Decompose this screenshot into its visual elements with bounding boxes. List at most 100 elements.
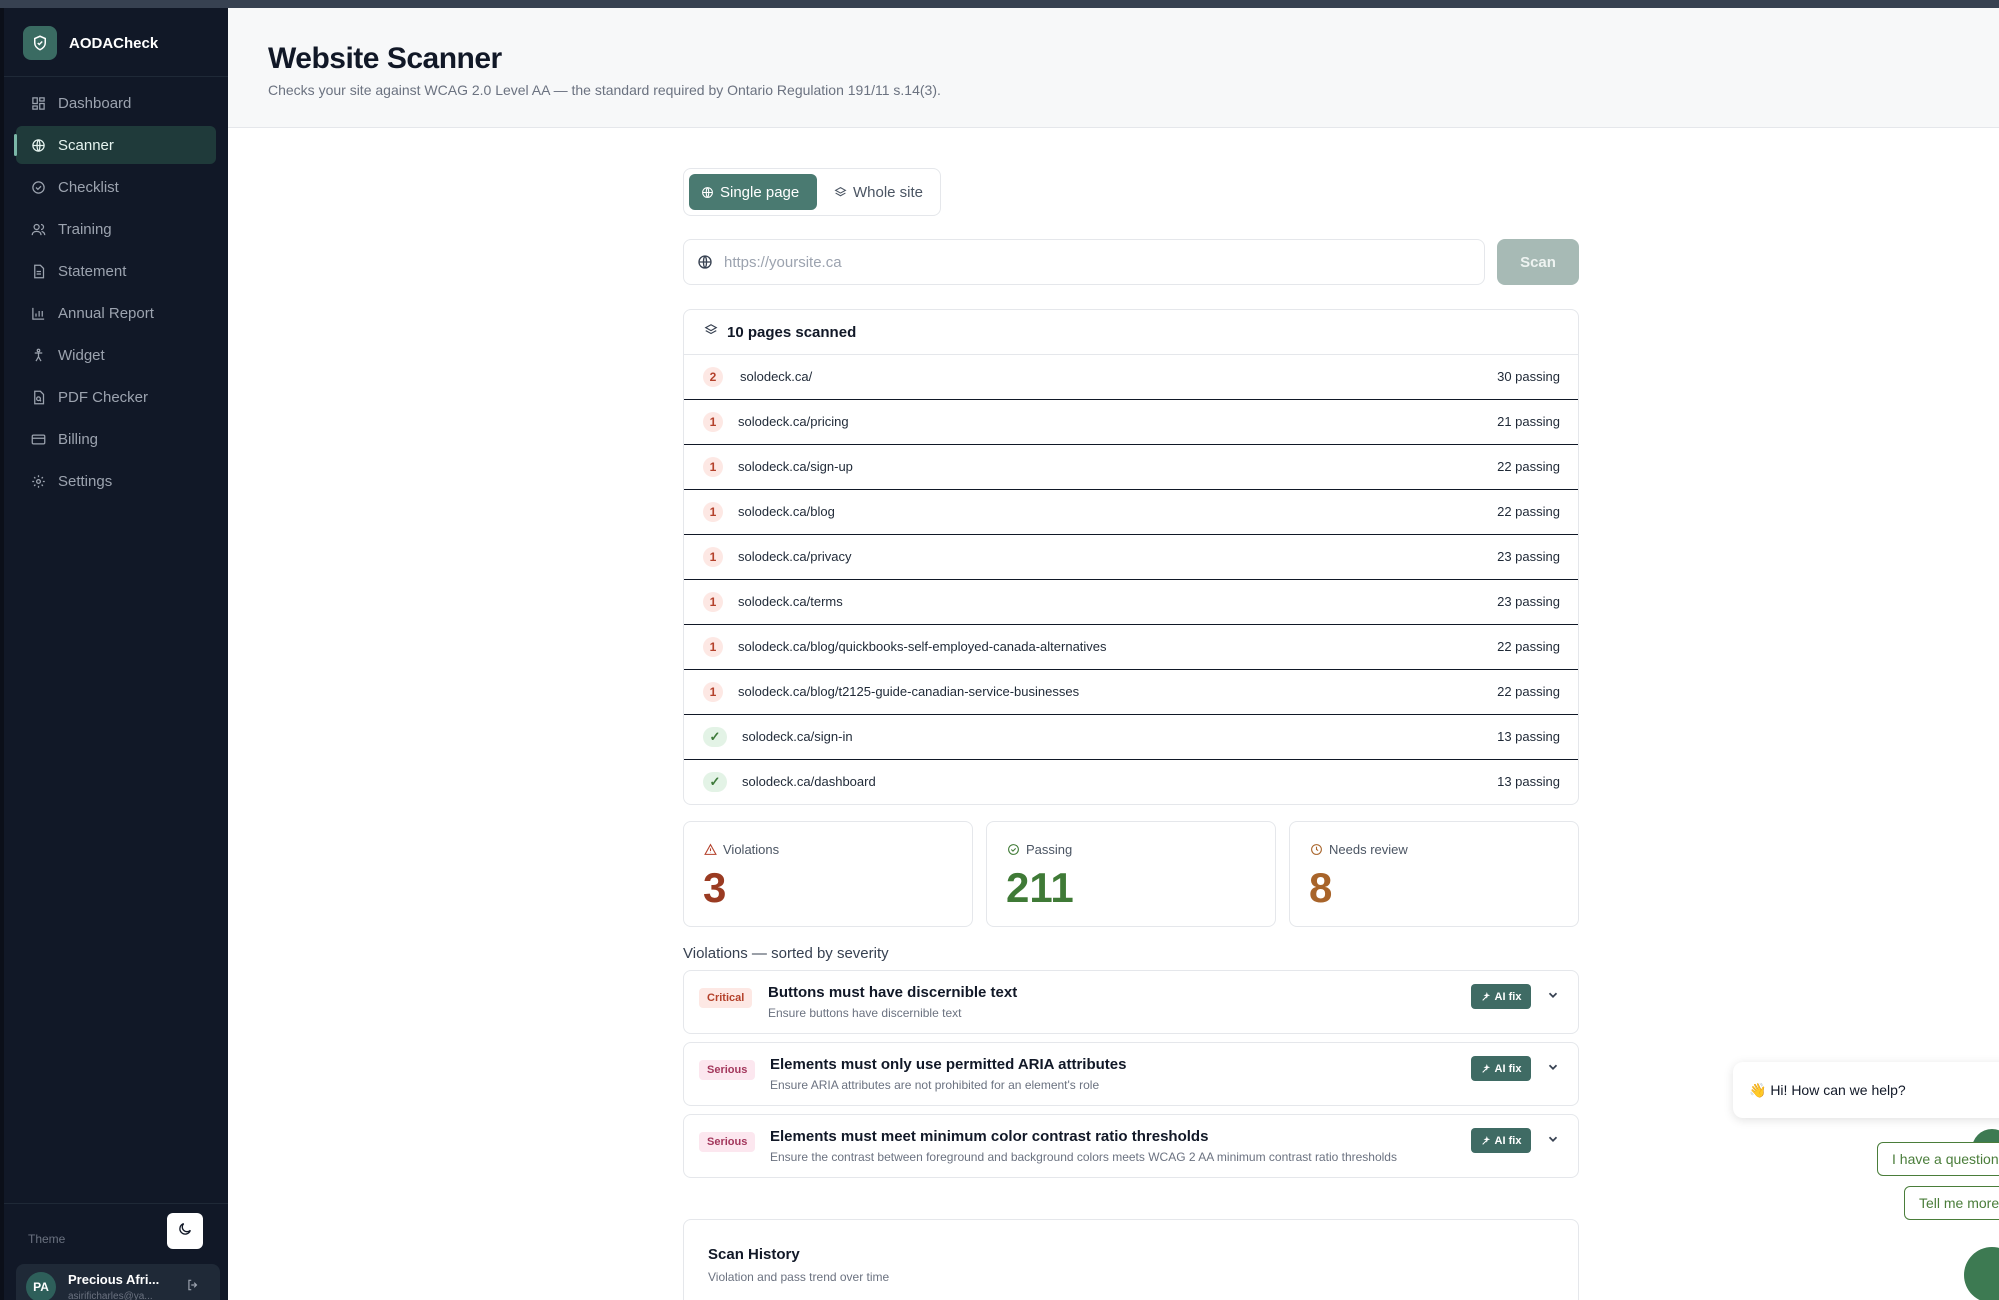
violation-title: Buttons must have discernible text: [768, 984, 1018, 1001]
sidebar-item-label: Statement: [58, 262, 127, 280]
users-icon: [30, 221, 46, 237]
scan-button[interactable]: Scan: [1497, 239, 1579, 285]
violation-description: Ensure ARIA attributes are not prohibite…: [770, 1078, 1100, 1092]
moon-icon: [177, 1221, 193, 1242]
sidebar-item-label: Settings: [58, 472, 113, 490]
wand-icon: [1481, 991, 1491, 1002]
violation-item[interactable]: Serious Elements must only use permitted…: [683, 1042, 1579, 1106]
scan-mode-toggle: Single page Whole site: [683, 168, 941, 216]
ai-fix-label: AI fix: [1494, 1062, 1522, 1075]
sidebar-item-training[interactable]: Training: [16, 210, 216, 248]
page-header: Website Scanner Checks your site against…: [228, 8, 1999, 128]
check-circle-icon: [1007, 843, 1020, 856]
sidebar-item-label: Scanner: [58, 136, 114, 154]
single-page-button[interactable]: Single page: [689, 174, 817, 210]
sidebar-item-widget[interactable]: Widget: [16, 336, 216, 374]
passing-count: 22 passing: [1497, 684, 1560, 699]
violation-item[interactable]: Critical Buttons must have discernible t…: [683, 970, 1579, 1034]
logout-icon[interactable]: [186, 1278, 200, 1297]
sidebar-item-billing[interactable]: Billing: [16, 420, 216, 458]
window-top-bar: [0, 0, 1999, 8]
clock-icon: [1310, 843, 1323, 856]
sidebar-item-statement[interactable]: Statement: [16, 252, 216, 290]
scanned-pages-card: 10 pages scanned 2 solodeck.ca/ 30 passi…: [683, 309, 1579, 805]
sidebar-item-pdf-checker[interactable]: PDF Checker: [16, 378, 216, 416]
violation-count-badge: 1: [703, 637, 723, 657]
page-row[interactable]: 1 solodeck.ca/blog/quickbooks-self-emplo…: [684, 625, 1578, 670]
passing-count: 22 passing: [1497, 504, 1560, 519]
ai-fix-label: AI fix: [1494, 1134, 1522, 1147]
check-circle-icon: [30, 179, 46, 195]
sidebar-item-scanner[interactable]: Scanner: [14, 126, 216, 164]
passing-count: 13 passing: [1497, 729, 1560, 744]
page-row[interactable]: 1 solodeck.ca/pricing 21 passing: [684, 400, 1578, 445]
chat-option-tell-more[interactable]: Tell me more: [1904, 1186, 1999, 1220]
ai-fix-button[interactable]: AI fix: [1471, 1128, 1531, 1153]
app-name: AODACheck: [69, 34, 159, 52]
scan-history-card: Scan History Violation and pass trend ov…: [683, 1219, 1579, 1300]
brand[interactable]: AODACheck: [23, 26, 158, 60]
chevron-down-icon[interactable]: [1546, 1132, 1560, 1151]
chevron-down-icon[interactable]: [1546, 988, 1560, 1007]
violations-label: Violations: [723, 842, 780, 857]
document-icon: [30, 263, 46, 279]
whole-site-button[interactable]: Whole site: [822, 174, 936, 210]
globe-icon: [30, 137, 46, 153]
url-input[interactable]: [724, 241, 1474, 283]
page-url: solodeck.ca/dashboard: [742, 774, 876, 789]
page-row[interactable]: 1 solodeck.ca/blog/t2125-guide-canadian-…: [684, 670, 1578, 715]
sidebar-item-label: Checklist: [58, 178, 119, 196]
page-row[interactable]: 1 solodeck.ca/terms 23 passing: [684, 580, 1578, 625]
passing-count: 22 passing: [1497, 459, 1560, 474]
chevron-down-icon[interactable]: [1546, 1060, 1560, 1079]
passing-count: 211: [1006, 864, 1074, 911]
needs-review-count: 8: [1309, 864, 1333, 911]
theme-label: Theme: [28, 1232, 66, 1246]
page-row[interactable]: ✓ solodeck.ca/dashboard 13 passing: [684, 760, 1578, 804]
chat-option-question[interactable]: I have a question: [1877, 1142, 1999, 1176]
ai-fix-label: AI fix: [1494, 990, 1522, 1003]
wand-icon: [1481, 1135, 1491, 1146]
violation-item[interactable]: Serious Elements must meet minimum color…: [683, 1114, 1579, 1178]
page-row[interactable]: ✓ solodeck.ca/sign-in 13 passing: [684, 715, 1578, 760]
passing-count: 23 passing: [1497, 594, 1560, 609]
sidebar-item-label: PDF Checker: [58, 388, 149, 406]
single-page-label: Single page: [720, 183, 800, 201]
page-row[interactable]: 1 solodeck.ca/blog 22 passing: [684, 490, 1578, 535]
shield-logo-icon: [23, 26, 57, 60]
page-row[interactable]: 1 solodeck.ca/privacy 23 passing: [684, 535, 1578, 580]
sidebar-item-settings[interactable]: Settings: [16, 462, 216, 500]
scan-history-title: Scan History: [708, 1246, 800, 1263]
severity-badge: Serious: [699, 1060, 756, 1080]
page-row[interactable]: 2 solodeck.ca/ 30 passing: [684, 355, 1578, 400]
avatar: PA: [26, 1272, 56, 1300]
ai-fix-button[interactable]: AI fix: [1471, 984, 1531, 1009]
violation-description: Ensure the contrast between foreground a…: [770, 1150, 1397, 1164]
sidebar-item-checklist[interactable]: Checklist: [16, 168, 216, 206]
sidebar-item-label: Widget: [58, 346, 105, 364]
sidebar-item-label: Training: [58, 220, 112, 238]
divider: [4, 76, 228, 77]
passing-count: 13 passing: [1497, 774, 1560, 789]
whole-site-label: Whole site: [853, 183, 924, 201]
sidebar-item-label: Billing: [58, 430, 99, 448]
sidebar: AODACheck Dashboard Scanner Checklist Tr…: [0, 8, 228, 1300]
url-field: [683, 239, 1485, 285]
page-url: solodeck.ca/sign-up: [738, 459, 853, 474]
violation-count-badge: 1: [703, 457, 723, 477]
stat-label: Needs review: [1310, 842, 1408, 857]
sidebar-item-dashboard[interactable]: Dashboard: [16, 84, 216, 122]
user-name: Precious Afri...: [68, 1272, 160, 1287]
scan-history-subtitle: Violation and pass trend over time: [708, 1270, 890, 1284]
layers-icon: [834, 186, 847, 199]
ai-fix-button[interactable]: AI fix: [1471, 1056, 1531, 1081]
chat-greeting: 👋 Hi! How can we help?: [1733, 1062, 1999, 1118]
page-url: solodeck.ca/pricing: [738, 414, 849, 429]
page-row[interactable]: 1 solodeck.ca/sign-up 22 passing: [684, 445, 1578, 490]
user-profile[interactable]: PA Precious Afri... asirificharles@ya...: [16, 1264, 220, 1300]
theme-toggle-button[interactable]: [167, 1213, 203, 1249]
check-icon: ✓: [703, 727, 727, 747]
file-search-icon: [30, 389, 46, 405]
sidebar-nav: Dashboard Scanner Checklist Training Sta…: [14, 84, 216, 504]
sidebar-item-annual-report[interactable]: Annual Report: [16, 294, 216, 332]
